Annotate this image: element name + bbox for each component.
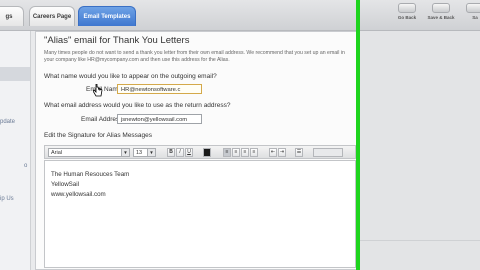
top-tab-bar: gs Careers Page Email Templates Go Back … bbox=[0, 0, 480, 31]
panel-intro-text: Many times people do not want to send a … bbox=[44, 50, 345, 63]
tab-careers-page[interactable]: Careers Page bbox=[29, 6, 75, 26]
save-label: Sa bbox=[472, 15, 478, 20]
save-button[interactable]: Sa bbox=[460, 0, 480, 22]
bullet-list-button[interactable]: ☰ bbox=[295, 148, 303, 157]
alias-email-panel: "Alias" email for Thank You Letters Many… bbox=[35, 31, 360, 270]
font-size-value: 13 bbox=[136, 150, 143, 156]
mouse-cursor-icon bbox=[93, 84, 103, 97]
align-justify-button[interactable]: ≡ bbox=[250, 148, 258, 157]
font-family-select[interactable]: Arial ▼ bbox=[48, 148, 130, 157]
back-icon bbox=[398, 3, 416, 13]
save-and-back-label: Save & Back bbox=[427, 15, 455, 20]
style-select[interactable] bbox=[313, 148, 343, 157]
go-back-button[interactable]: Go Back bbox=[392, 0, 422, 22]
sidebar-selected-item[interactable] bbox=[0, 67, 30, 81]
underline-button[interactable]: U bbox=[185, 148, 193, 157]
green-divider-bar bbox=[356, 0, 360, 270]
editor-toolbar: Arial ▼ 13 ▼ B I U ≡ ≡ ≡ ≡ ⇤ ⇥ ☰ bbox=[44, 145, 356, 159]
panel-title: "Alias" email for Thank You Letters bbox=[44, 35, 190, 46]
signature-line-2: YellowSail bbox=[51, 181, 79, 188]
email-address-field[interactable]: jsnewton@yellowsail.com bbox=[117, 114, 202, 124]
text-color-button[interactable] bbox=[203, 148, 211, 157]
tab-settings[interactable]: gs bbox=[0, 6, 24, 26]
divider bbox=[360, 240, 480, 241]
font-size-select[interactable]: 13 ▼ bbox=[133, 148, 156, 157]
tab-email-templates[interactable]: Email Templates bbox=[78, 6, 136, 26]
save-back-icon bbox=[432, 3, 450, 13]
align-center-button[interactable]: ≡ bbox=[232, 148, 240, 157]
email-name-question: What name would you like to appear on th… bbox=[44, 73, 217, 80]
outdent-button[interactable]: ⇤ bbox=[269, 148, 277, 157]
save-and-back-button[interactable]: Save & Back bbox=[426, 0, 456, 22]
email-name-field[interactable]: HR@newtonsoftware.c bbox=[117, 84, 202, 94]
email-address-question: What email address would you like to use… bbox=[44, 102, 231, 109]
align-left-button[interactable]: ≡ bbox=[223, 148, 231, 157]
signature-heading: Edit the Signature for Alias Messages bbox=[44, 132, 153, 139]
signature-line-1: The Human Resouces Team bbox=[51, 171, 130, 178]
bold-button[interactable]: B bbox=[167, 148, 175, 157]
align-right-button[interactable]: ≡ bbox=[241, 148, 249, 157]
italic-button[interactable]: I bbox=[176, 148, 184, 157]
chevron-down-icon: ▼ bbox=[121, 149, 129, 156]
indent-button[interactable]: ⇥ bbox=[278, 148, 286, 157]
go-back-label: Go Back bbox=[397, 15, 417, 20]
sidebar-item-contact-us[interactable]: ip Us bbox=[0, 196, 30, 202]
font-family-value: Arial bbox=[51, 150, 63, 156]
sidebar: pdate o ip Us bbox=[0, 31, 31, 270]
save-icon bbox=[466, 3, 480, 13]
chevron-down-icon: ▼ bbox=[147, 149, 155, 156]
signature-editor[interactable]: The Human Resouces Team YellowSail www.y… bbox=[44, 160, 356, 268]
sidebar-item-update[interactable]: pdate bbox=[0, 119, 30, 125]
background-area bbox=[360, 31, 480, 270]
signature-line-3: www.yellowsail.com bbox=[51, 191, 106, 198]
